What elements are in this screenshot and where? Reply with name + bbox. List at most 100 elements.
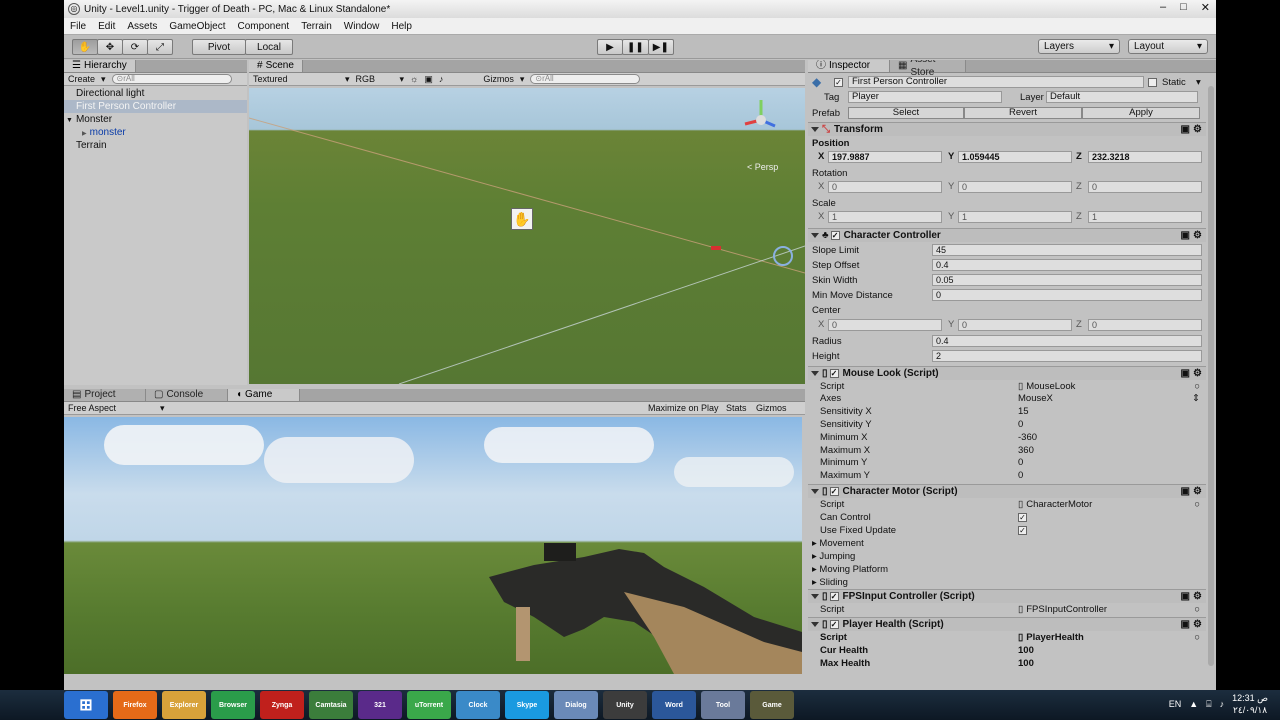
tab-console[interactable]: ▢ Console [146, 389, 228, 401]
audio-toggle-icon[interactable]: ♪ [439, 74, 444, 84]
max-health-input[interactable]: 100 [1018, 658, 1034, 669]
menu-component[interactable]: Component [238, 21, 290, 32]
sliding-foldout[interactable]: ▸ Sliding [808, 575, 1206, 589]
taskbar-app--start[interactable]: ⊞ [64, 691, 108, 719]
scale-tool-button[interactable]: ⤢ [147, 39, 173, 55]
menu-assets[interactable]: Assets [127, 21, 157, 32]
target-icon[interactable]: ○ [1194, 604, 1200, 615]
inspector-scrollbar[interactable] [1208, 86, 1214, 666]
motor-script-reference[interactable]: ▯ CharacterMotor [1018, 499, 1092, 510]
taskbar-app-browser[interactable]: Browser [211, 691, 255, 719]
axes-dropdown-icon[interactable]: ⇕ [1192, 393, 1200, 404]
target-icon[interactable]: ○ [1194, 499, 1200, 510]
scene-gizmos-dropdown[interactable]: Gizmos [483, 74, 514, 84]
layers-dropdown[interactable]: Layers ▾ [1038, 39, 1120, 54]
step-button[interactable]: ▶❚ [647, 39, 674, 55]
hand-tool-button[interactable]: ✋ [72, 39, 98, 55]
taskbar-app-camtasia[interactable]: Camtasia [309, 691, 353, 719]
health-script-reference[interactable]: ▯ PlayerHealth [1018, 632, 1084, 643]
mouse-look-field-value[interactable]: -360 [1018, 432, 1037, 443]
min-move-distance-input[interactable]: 0 [932, 289, 1202, 301]
expand-arrow-icon[interactable]: ▶ [82, 131, 87, 137]
target-icon[interactable]: ○ [1194, 632, 1200, 643]
gear-icon[interactable]: ⚙ [1193, 124, 1202, 135]
menu-file[interactable]: File [70, 21, 86, 32]
aspect-dropdown[interactable]: Free Aspect [68, 403, 154, 413]
center-z-input[interactable]: 0 [1088, 319, 1202, 331]
book-icon[interactable]: ▣ [1181, 368, 1190, 379]
tray-arrow-icon[interactable]: ▲ [1189, 699, 1198, 709]
tag-dropdown[interactable]: Player [848, 91, 1002, 103]
clock[interactable]: 12:31 ص ٢٤/٠٩/١٨ [1232, 692, 1268, 716]
menu-gameobject[interactable]: GameObject [169, 21, 225, 32]
mouse-look-field-value[interactable]: 0 [1018, 419, 1023, 430]
stats-toggle[interactable]: Stats [726, 403, 747, 413]
step-offset-input[interactable]: 0.4 [932, 259, 1202, 271]
fpsinput-header[interactable]: ▯ ✓ FPSInput Controller (Script) ▣ ⚙ [808, 589, 1206, 603]
hierarchy-item-monster-child[interactable]: ▶ monster [64, 126, 247, 139]
shading-mode-dropdown[interactable]: Textured [253, 74, 339, 84]
menu-help[interactable]: Help [391, 21, 412, 32]
character-controller-enabled-checkbox[interactable]: ✓ [830, 231, 840, 240]
rotation-x-input[interactable]: 0 [828, 181, 942, 193]
prefab-revert-button[interactable]: Revert [964, 107, 1082, 119]
hierarchy-item-monster[interactable]: ▼ Monster [64, 113, 247, 126]
slope-limit-input[interactable]: 45 [932, 244, 1202, 256]
position-x-input[interactable]: 197.9887 [828, 151, 942, 163]
projection-label[interactable]: < Persp [747, 162, 778, 172]
character-motor-enabled-checkbox[interactable]: ✓ [829, 487, 839, 496]
radius-input[interactable]: 0.4 [932, 335, 1202, 347]
tab-project[interactable]: ▤ Project [64, 389, 146, 401]
hierarchy-item-first-person-controller[interactable]: First Person Controller [64, 100, 247, 113]
tab-asset-store[interactable]: ▦Asset Store [890, 60, 966, 78]
pivot-toggle[interactable]: Pivot [192, 39, 246, 55]
fpsinput-enabled-checkbox[interactable]: ✓ [829, 592, 839, 601]
taskbar-app-zynga[interactable]: Zynga [260, 691, 304, 719]
gear-icon[interactable]: ⚙ [1193, 368, 1202, 379]
height-input[interactable]: 2 [932, 350, 1202, 362]
tab-game[interactable]: ◖ Game [228, 389, 300, 401]
maximize-button[interactable]: □ [1180, 1, 1187, 14]
scale-z-input[interactable]: 1 [1088, 211, 1202, 223]
mouse-look-field-value[interactable]: 0 [1018, 457, 1023, 468]
language-indicator[interactable]: EN [1169, 699, 1182, 709]
lighting-toggle-icon[interactable]: ☼ [410, 74, 418, 84]
gear-icon[interactable]: ⚙ [1193, 486, 1202, 497]
mouse-look-enabled-checkbox[interactable]: ✓ [829, 369, 839, 378]
skin-width-input[interactable]: 0.05 [932, 274, 1202, 286]
close-button[interactable]: ✕ [1201, 1, 1210, 14]
hierarchy-item-directional-light[interactable]: Directional light [64, 87, 247, 100]
menu-edit[interactable]: Edit [98, 21, 115, 32]
taskbar-app-utorrent[interactable]: uTorrent [407, 691, 451, 719]
taskbar-app-321[interactable]: 321 [358, 691, 402, 719]
moving-platform-foldout[interactable]: ▸ Moving Platform [808, 562, 1206, 576]
prefab-apply-button[interactable]: Apply [1082, 107, 1200, 119]
pause-button[interactable]: ❚❚ [622, 39, 649, 55]
game-gizmos-dropdown[interactable]: Gizmos [756, 403, 787, 413]
fpsinput-script-reference[interactable]: ▯ FPSInputController [1018, 604, 1107, 615]
image-toggle-icon[interactable]: ▣ [424, 74, 433, 85]
hierarchy-search-input[interactable]: ⊙rAll [111, 74, 232, 84]
scene-search-input[interactable]: ⊙rAll [530, 74, 641, 84]
menu-terrain[interactable]: Terrain [301, 21, 332, 32]
play-button[interactable]: ▶ [597, 39, 623, 55]
book-icon[interactable]: ▣ [1181, 591, 1190, 602]
object-name-field[interactable]: First Person Controller [848, 76, 1144, 88]
local-toggle[interactable]: Local [245, 39, 293, 55]
tab-scene[interactable]: # Scene [249, 60, 303, 72]
rotation-z-input[interactable]: 0 [1088, 181, 1202, 193]
position-z-input[interactable]: 232.3218 [1088, 151, 1202, 163]
mouse-look-header[interactable]: ▯ ✓ Mouse Look (Script) ▣ ⚙ [808, 366, 1206, 380]
book-icon[interactable]: ▣ [1181, 124, 1190, 135]
rotate-tool-button[interactable]: ⟳ [122, 39, 148, 55]
render-mode-dropdown[interactable]: RGB [356, 74, 394, 84]
scene-viewport[interactable]: ✋ < Persp [249, 88, 805, 384]
minimize-button[interactable]: – [1160, 1, 1166, 14]
center-x-input[interactable]: 0 [828, 319, 942, 331]
volume-icon[interactable]: ♪ [1220, 699, 1225, 709]
can-control-checkbox[interactable]: ✓ [1018, 512, 1027, 522]
mouse-look-field-value[interactable]: 360 [1018, 445, 1034, 456]
book-icon[interactable]: ▣ [1181, 230, 1190, 241]
create-dropdown[interactable]: Create [68, 74, 95, 84]
scale-y-input[interactable]: 1 [958, 211, 1072, 223]
